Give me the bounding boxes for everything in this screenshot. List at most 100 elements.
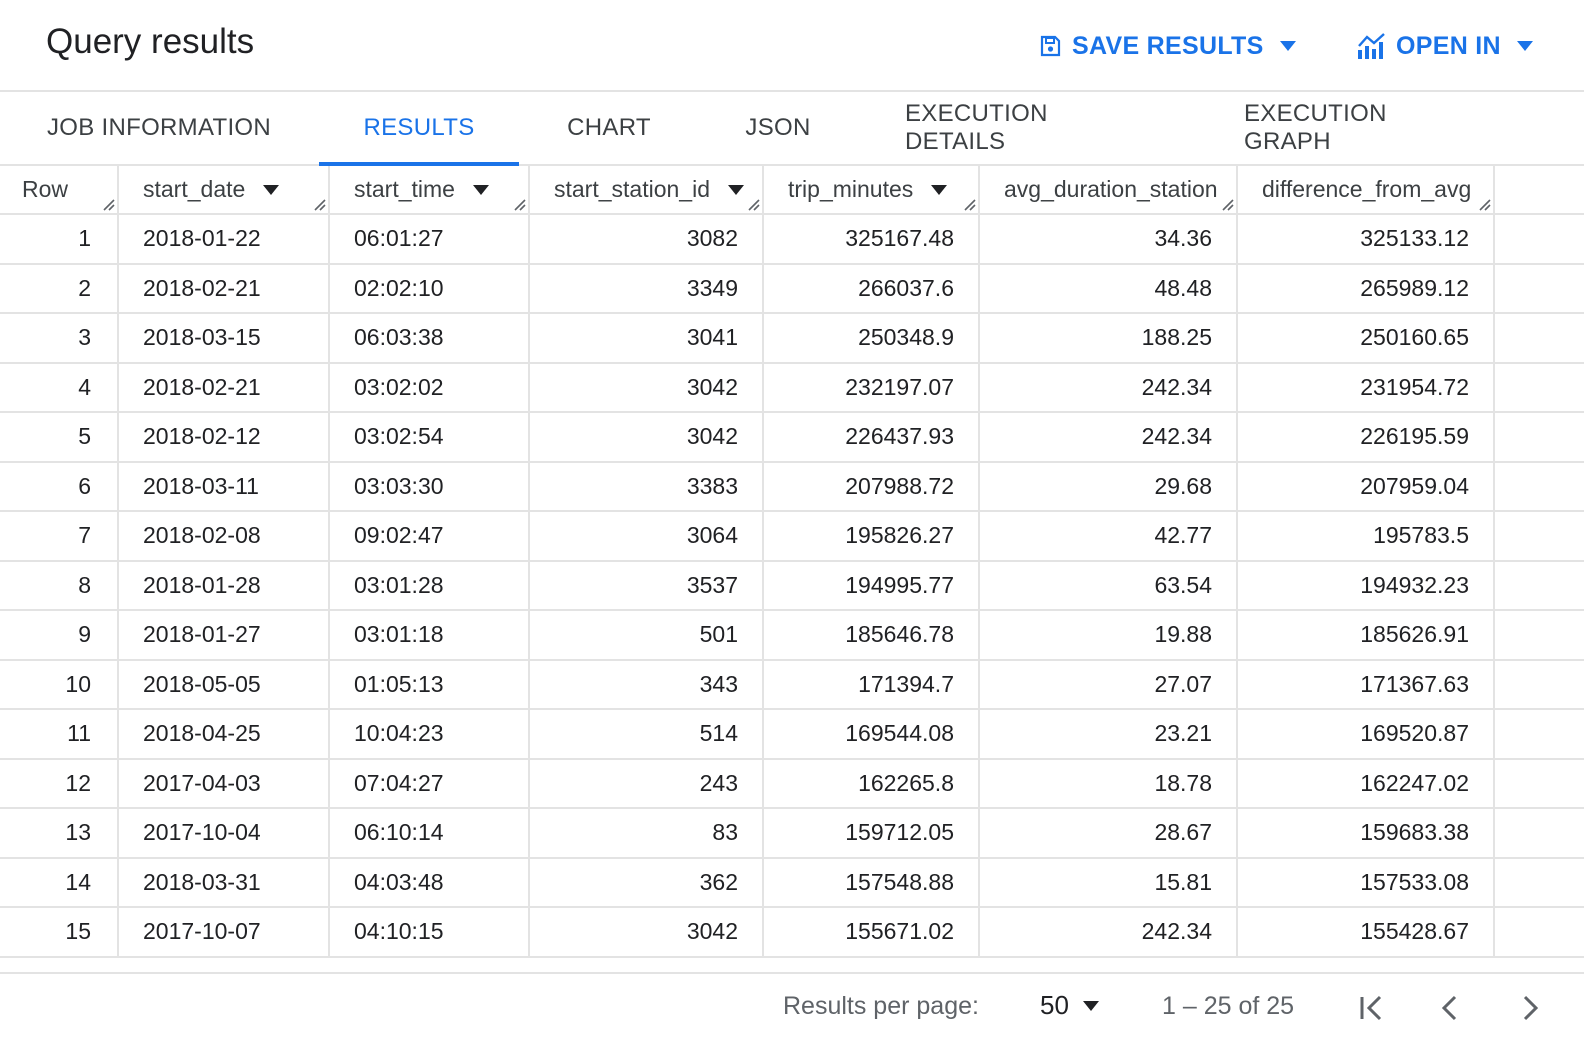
chevron-left-icon[interactable]: [1434, 992, 1466, 1024]
cell-avg-duration-station[interactable]: 19.88: [979, 610, 1238, 661]
results-grid[interactable]: Row start_date start_time start_station_…: [0, 166, 1584, 972]
table-row[interactable]: 12 2017-04-03 07:04:27 243 162265.8 18.78 1622…: [0, 758, 1584, 809]
tab-results[interactable]: RESULTS: [319, 92, 519, 166]
cell-row-number[interactable]: 6: [0, 461, 119, 512]
cell-difference-from-avg[interactable]: 250160.65: [1237, 313, 1495, 364]
cell-trip-minutes[interactable]: 169544.08: [763, 709, 980, 760]
cell-row-number[interactable]: 7: [0, 511, 119, 562]
cell-row-number[interactable]: 12: [0, 758, 119, 809]
results-per-page-select[interactable]: 50: [1040, 990, 1099, 1021]
cell-start-station-id[interactable]: 343: [529, 659, 764, 710]
cell-start-date[interactable]: 2018-01-27: [118, 610, 330, 661]
sort-down-icon[interactable]: [263, 184, 280, 195]
cell-difference-from-avg[interactable]: 207959.04: [1237, 461, 1495, 512]
cell-start-time[interactable]: 06:03:38: [329, 313, 530, 364]
cell-start-station-id[interactable]: 243: [529, 758, 764, 809]
cell-start-time[interactable]: 03:01:28: [329, 560, 530, 611]
cell-start-date[interactable]: 2018-02-21: [118, 362, 330, 413]
cell-avg-duration-station[interactable]: 34.36: [979, 214, 1238, 265]
cell-difference-from-avg[interactable]: 265989.12: [1237, 263, 1495, 314]
first-page-icon[interactable]: [1356, 992, 1388, 1024]
cell-avg-duration-station[interactable]: 18.78: [979, 758, 1238, 809]
chevron-right-icon[interactable]: [1514, 992, 1546, 1024]
cell-trip-minutes[interactable]: 266037.6: [763, 263, 980, 314]
cell-avg-duration-station[interactable]: 242.34: [979, 412, 1238, 463]
cell-start-station-id[interactable]: 3041: [529, 313, 764, 364]
column-header-avg-duration-station[interactable]: avg_duration_station: [979, 166, 1238, 215]
cell-start-date[interactable]: 2018-02-12: [118, 412, 330, 463]
cell-trip-minutes[interactable]: 155671.02: [763, 907, 980, 958]
cell-trip-minutes[interactable]: 195826.27: [763, 511, 980, 562]
table-row[interactable]: 13 2017-10-04 06:10:14 83 159712.05 28.67 1596…: [0, 808, 1584, 859]
cell-difference-from-avg[interactable]: 171367.63: [1237, 659, 1495, 710]
cell-row-number[interactable]: 10: [0, 659, 119, 710]
cell-start-date[interactable]: 2018-01-28: [118, 560, 330, 611]
cell-start-time[interactable]: 03:02:02: [329, 362, 530, 413]
table-row[interactable]: 15 2017-10-07 04:10:15 3042 155671.02 242.34 1…: [0, 907, 1584, 958]
cell-start-time[interactable]: 10:04:23: [329, 709, 530, 760]
cell-row-number[interactable]: 5: [0, 412, 119, 463]
cell-start-time[interactable]: 04:03:48: [329, 857, 530, 908]
cell-start-time[interactable]: 03:01:18: [329, 610, 530, 661]
cell-start-station-id[interactable]: 3042: [529, 362, 764, 413]
table-row[interactable]: 11 2018-04-25 10:04:23 514 169544.08 23.21 169…: [0, 709, 1584, 760]
tab-execution-graph[interactable]: EXECUTION GRAPH: [1244, 92, 1476, 164]
sort-down-icon[interactable]: [727, 184, 744, 195]
cell-avg-duration-station[interactable]: 15.81: [979, 857, 1238, 908]
cell-difference-from-avg[interactable]: 155428.67: [1237, 907, 1495, 958]
cell-start-time[interactable]: 01:05:13: [329, 659, 530, 710]
cell-start-station-id[interactable]: 3042: [529, 907, 764, 958]
cell-difference-from-avg[interactable]: 194932.23: [1237, 560, 1495, 611]
cell-avg-duration-station[interactable]: 23.21: [979, 709, 1238, 760]
cell-start-time[interactable]: 06:10:14: [329, 808, 530, 859]
cell-difference-from-avg[interactable]: 169520.87: [1237, 709, 1495, 760]
cell-difference-from-avg[interactable]: 325133.12: [1237, 214, 1495, 265]
cell-trip-minutes[interactable]: 194995.77: [763, 560, 980, 611]
cell-start-date[interactable]: 2018-02-08: [118, 511, 330, 562]
sort-down-icon[interactable]: [472, 184, 489, 195]
cell-row-number[interactable]: 15: [0, 907, 119, 958]
cell-trip-minutes[interactable]: 207988.72: [763, 461, 980, 512]
cell-row-number[interactable]: 9: [0, 610, 119, 661]
cell-difference-from-avg[interactable]: 162247.02: [1237, 758, 1495, 809]
cell-row-number[interactable]: 1: [0, 214, 119, 265]
column-header-difference-from-avg[interactable]: difference_from_avg: [1237, 166, 1495, 215]
column-header-trip-minutes[interactable]: trip_minutes: [763, 166, 980, 215]
cell-start-time[interactable]: 03:02:54: [329, 412, 530, 463]
cell-difference-from-avg[interactable]: 159683.38: [1237, 808, 1495, 859]
cell-start-time[interactable]: 02:02:10: [329, 263, 530, 314]
table-row[interactable]: 6 2018-03-11 03:03:30 3383 207988.72 29.68 207…: [0, 461, 1584, 512]
resize-grip-icon[interactable]: [1477, 197, 1491, 211]
cell-trip-minutes[interactable]: 185646.78: [763, 610, 980, 661]
cell-difference-from-avg[interactable]: 185626.91: [1237, 610, 1495, 661]
tab-job-information[interactable]: JOB INFORMATION: [46, 92, 272, 164]
tab-chart[interactable]: CHART: [566, 92, 652, 164]
resize-grip-icon[interactable]: [1220, 197, 1234, 211]
cell-start-station-id[interactable]: 3064: [529, 511, 764, 562]
cell-start-time[interactable]: 06:01:27: [329, 214, 530, 265]
cell-start-date[interactable]: 2018-04-25: [118, 709, 330, 760]
cell-difference-from-avg[interactable]: 226195.59: [1237, 412, 1495, 463]
cell-difference-from-avg[interactable]: 231954.72: [1237, 362, 1495, 413]
cell-avg-duration-station[interactable]: 28.67: [979, 808, 1238, 859]
cell-start-date[interactable]: 2018-02-21: [118, 263, 330, 314]
column-header-start-date[interactable]: start_date: [118, 166, 330, 215]
cell-row-number[interactable]: 2: [0, 263, 119, 314]
cell-start-station-id[interactable]: 3042: [529, 412, 764, 463]
cell-start-date[interactable]: 2018-03-31: [118, 857, 330, 908]
cell-trip-minutes[interactable]: 162265.8: [763, 758, 980, 809]
cell-start-station-id[interactable]: 83: [529, 808, 764, 859]
resize-grip-icon[interactable]: [312, 197, 326, 211]
column-header-start-station-id[interactable]: start_station_id: [529, 166, 764, 215]
resize-grip-icon[interactable]: [512, 197, 526, 211]
cell-start-time[interactable]: 03:03:30: [329, 461, 530, 512]
cell-start-date[interactable]: 2018-05-05: [118, 659, 330, 710]
cell-difference-from-avg[interactable]: 157533.08: [1237, 857, 1495, 908]
table-row[interactable]: 9 2018-01-27 03:01:18 501 185646.78 19.88 1856…: [0, 610, 1584, 661]
column-header-start-time[interactable]: start_time: [329, 166, 530, 215]
cell-avg-duration-station[interactable]: 242.34: [979, 362, 1238, 413]
resize-grip-icon[interactable]: [101, 197, 115, 211]
cell-trip-minutes[interactable]: 250348.9: [763, 313, 980, 364]
cell-start-station-id[interactable]: 514: [529, 709, 764, 760]
table-row[interactable]: 1 2018-01-22 06:01:27 3082 325167.48 34.36 325…: [0, 214, 1584, 265]
